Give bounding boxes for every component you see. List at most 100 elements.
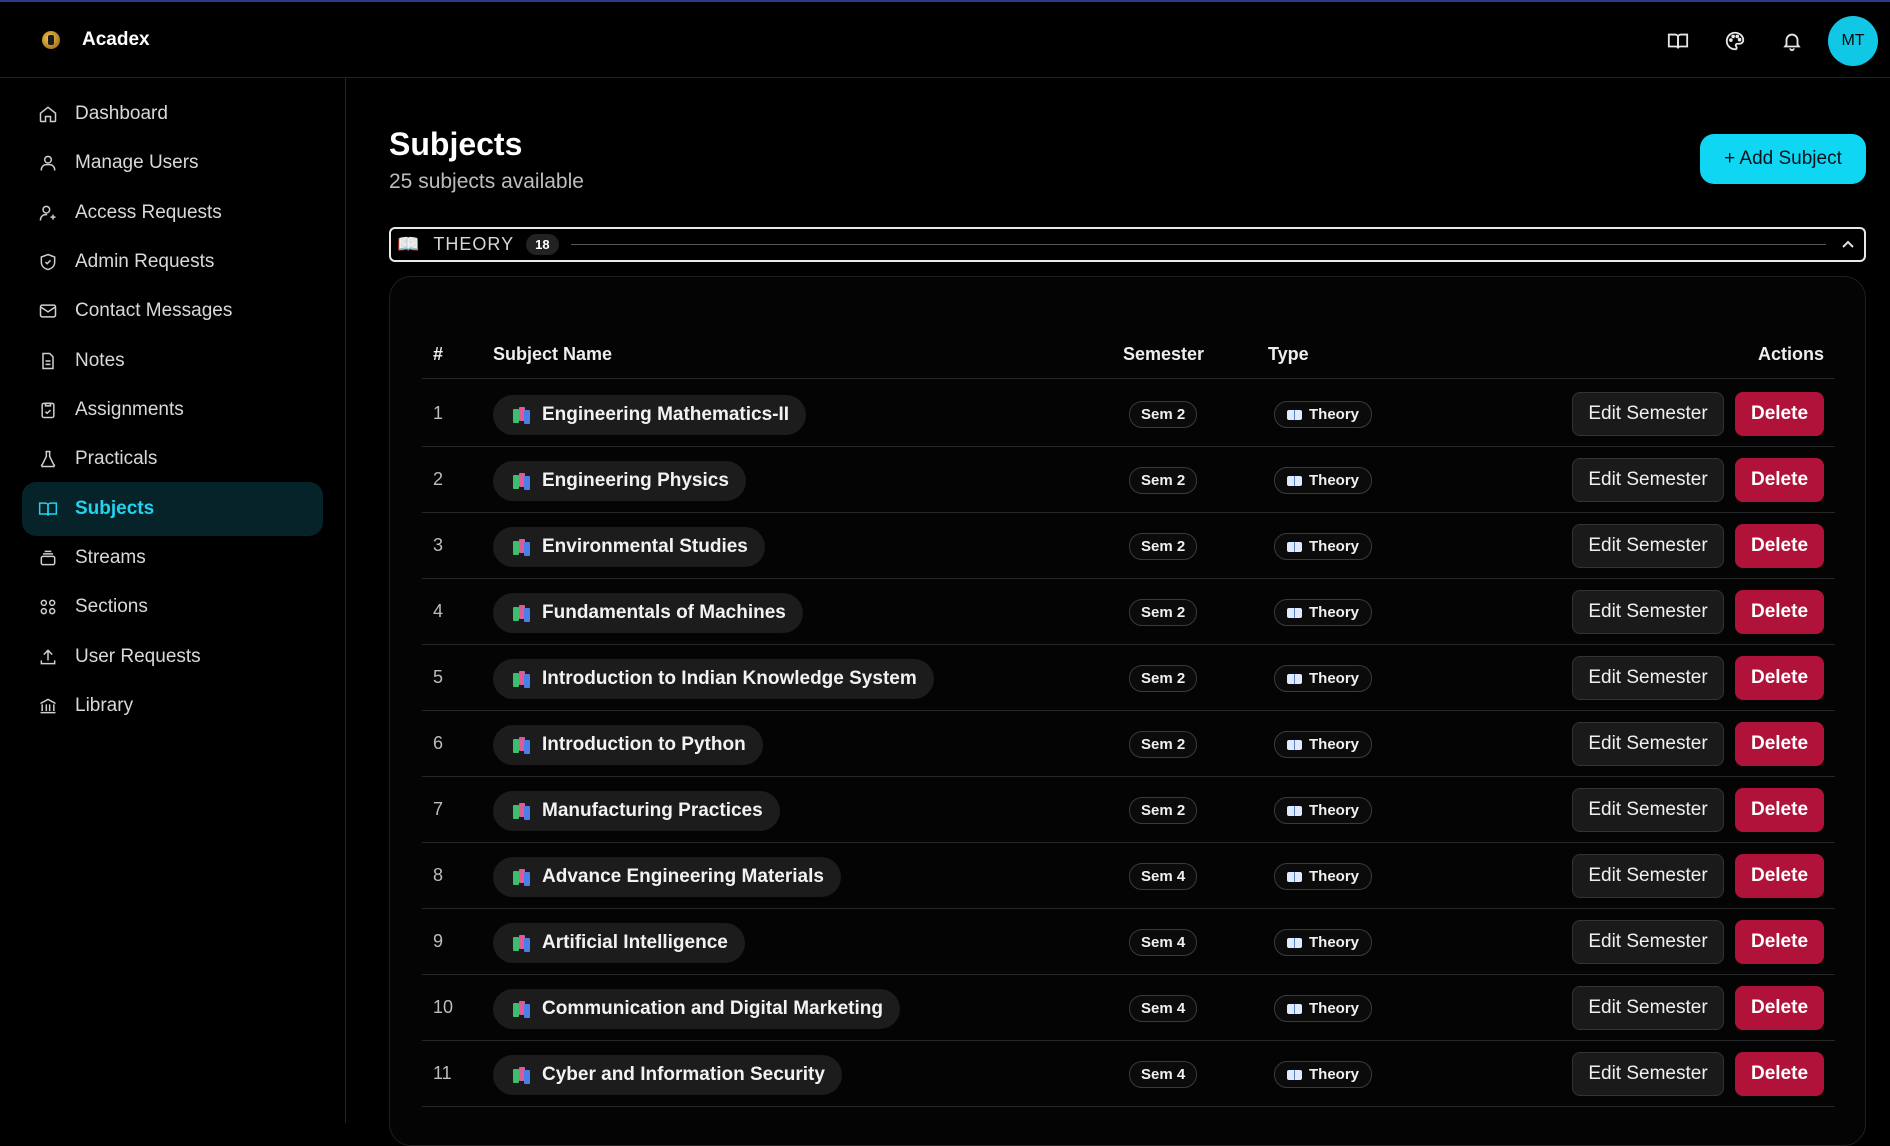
sidebar-item-sections[interactable]: Sections [22, 580, 323, 634]
book-icon [1287, 607, 1302, 618]
edit-semester-button[interactable]: Edit Semester [1572, 1052, 1724, 1096]
page-subtitle: 25 subjects available [389, 170, 584, 193]
subject-name: Engineering Physics [542, 470, 729, 491]
subject-name-pill: Advance Engineering Materials [493, 857, 841, 897]
book-icon: 📖 [397, 234, 420, 254]
sidebar-item-notes[interactable]: Notes [22, 334, 323, 388]
delete-button[interactable]: Delete [1735, 788, 1824, 832]
book-icon[interactable] [1652, 15, 1704, 67]
subject-name: Engineering Mathematics-II [542, 404, 790, 425]
type-badge: Theory [1274, 665, 1373, 692]
book-icon [1287, 673, 1302, 684]
palette-icon[interactable] [1709, 15, 1761, 67]
semester-badge: Sem 2 [1129, 401, 1198, 428]
type-label: Theory [1309, 736, 1360, 753]
books-icon [513, 803, 531, 820]
books-icon [513, 539, 531, 556]
type-label: Theory [1309, 1000, 1360, 1017]
delete-button[interactable]: Delete [1735, 854, 1824, 898]
table-row: 3 Environmental Studies Sem 2 Theory Edit Se… [422, 513, 1835, 579]
subject-name: Cyber and Information Security [542, 1064, 825, 1085]
edit-semester-button[interactable]: Edit Semester [1572, 458, 1724, 502]
type-badge: Theory [1274, 797, 1373, 824]
edit-semester-button[interactable]: Edit Semester [1572, 788, 1724, 832]
main-content: Subjects 25 subjects available + Add Sub… [347, 78, 1890, 1146]
delete-button[interactable]: Delete [1735, 986, 1824, 1030]
type-badge: Theory [1274, 995, 1373, 1022]
books-icon [513, 473, 531, 490]
edit-semester-button[interactable]: Edit Semester [1572, 920, 1724, 964]
delete-button[interactable]: Delete [1735, 392, 1824, 436]
books-icon [513, 1001, 531, 1018]
sidebar-item-user-requests[interactable]: User Requests [22, 630, 323, 684]
add-subject-button[interactable]: + Add Subject [1700, 134, 1866, 184]
subject-name-pill: Engineering Physics [493, 461, 746, 501]
type-badge: Theory [1274, 863, 1373, 890]
subject-name-pill: Communication and Digital Marketing [493, 989, 900, 1029]
sidebar-item-assignments[interactable]: Assignments [22, 383, 323, 437]
chevron-up-icon[interactable] [1840, 237, 1856, 253]
type-label: Theory [1309, 802, 1360, 819]
type-badge: Theory [1274, 1061, 1373, 1088]
edit-semester-button[interactable]: Edit Semester [1572, 590, 1724, 634]
books-icon [513, 605, 531, 622]
sidebar-item-manage-users[interactable]: Manage Users [22, 136, 323, 190]
sidebar-item-access-requests[interactable]: Access Requests [22, 186, 323, 240]
top-actions: MT [1647, 15, 1878, 67]
type-badge: Theory [1274, 533, 1373, 560]
grid-icon [37, 596, 59, 618]
col-header-num: # [433, 344, 444, 364]
sidebar-item-label: Streams [75, 547, 146, 568]
row-number: 5 [433, 667, 444, 687]
type-label: Theory [1309, 406, 1360, 423]
edit-semester-button[interactable]: Edit Semester [1572, 656, 1724, 700]
sidebar-item-label: Library [75, 695, 134, 716]
delete-button[interactable]: Delete [1735, 524, 1824, 568]
edit-semester-button[interactable]: Edit Semester [1572, 986, 1724, 1030]
edit-semester-button[interactable]: Edit Semester [1572, 392, 1724, 436]
theory-group-toggle[interactable]: 📖 THEORY 18 [389, 227, 1866, 262]
bell-icon[interactable] [1766, 15, 1818, 67]
shield-check-icon [37, 251, 59, 273]
semester-badge: Sem 4 [1129, 1061, 1198, 1088]
clipboard-check-icon [37, 399, 59, 421]
edit-semester-button[interactable]: Edit Semester [1572, 854, 1724, 898]
type-badge: Theory [1274, 401, 1373, 428]
delete-button[interactable]: Delete [1735, 722, 1824, 766]
delete-button[interactable]: Delete [1735, 656, 1824, 700]
file-text-icon [37, 350, 59, 372]
brand[interactable]: Acadex [42, 29, 150, 51]
semester-badge: Sem 2 [1129, 797, 1198, 824]
sidebar-item-label: Assignments [75, 399, 184, 420]
row-number: 8 [433, 865, 444, 885]
sidebar-item-contact-messages[interactable]: Contact Messages [22, 284, 323, 338]
sidebar-item-label: Access Requests [75, 202, 222, 223]
row-number: 7 [433, 799, 444, 819]
sidebar-item-dashboard[interactable]: Dashboard [22, 87, 323, 141]
subject-name-pill: Fundamentals of Machines [493, 593, 803, 633]
sidebar-item-practicals[interactable]: Practicals [22, 432, 323, 486]
col-header-subject-name: Subject Name [493, 344, 613, 364]
sidebar-item-admin-requests[interactable]: Admin Requests [22, 235, 323, 289]
mail-icon [37, 300, 59, 322]
semester-badge: Sem 2 [1129, 731, 1198, 758]
subject-name: Advance Engineering Materials [542, 866, 824, 887]
delete-button[interactable]: Delete [1735, 1052, 1824, 1096]
books-icon [513, 1067, 531, 1084]
delete-button[interactable]: Delete [1735, 920, 1824, 964]
subject-name: Introduction to Indian Knowledge System [542, 668, 917, 689]
semester-badge: Sem 4 [1129, 863, 1198, 890]
sidebar-item-subjects[interactable]: Subjects [22, 482, 323, 536]
table-header: # Subject Name Semester Type Actions [422, 329, 1835, 379]
upload-icon [37, 646, 59, 668]
avatar[interactable]: MT [1828, 16, 1878, 66]
table-row: 5 Introduction to Indian Knowledge System… [422, 645, 1835, 711]
semester-badge: Sem 2 [1129, 467, 1198, 494]
edit-semester-button[interactable]: Edit Semester [1572, 524, 1724, 568]
delete-button[interactable]: Delete [1735, 590, 1824, 634]
sidebar-item-library[interactable]: Library [22, 679, 323, 733]
edit-semester-button[interactable]: Edit Semester [1572, 722, 1724, 766]
delete-button[interactable]: Delete [1735, 458, 1824, 502]
row-number: 9 [433, 931, 444, 951]
sidebar-item-streams[interactable]: Streams [22, 531, 323, 585]
